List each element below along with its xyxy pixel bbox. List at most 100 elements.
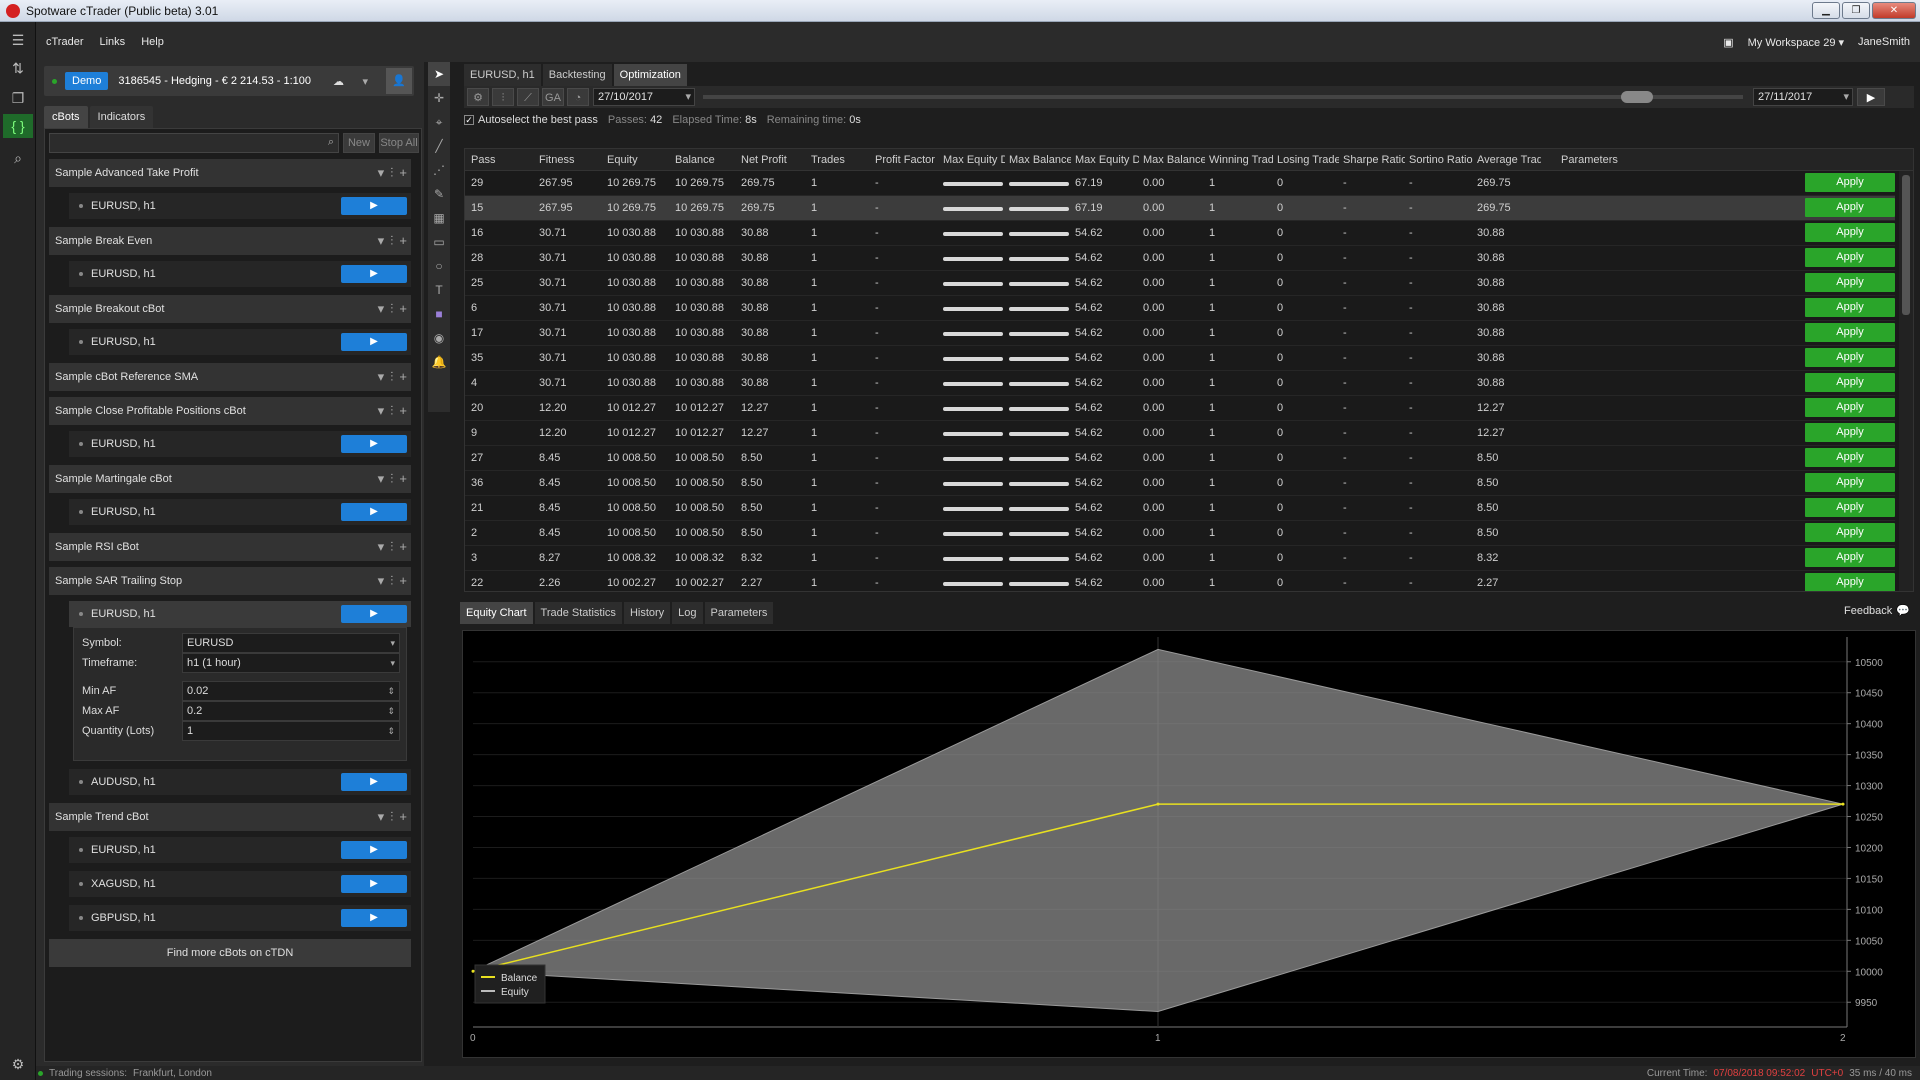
cbot-instance-row[interactable]: EURUSD, h1 ▶ [69, 837, 411, 863]
new-button[interactable]: New [343, 133, 375, 153]
rectangle-tool-icon[interactable]: ▭ [428, 230, 450, 254]
apply-button[interactable]: Apply [1805, 523, 1895, 542]
cbot-instance-row[interactable]: GBPUSD, h1 ▶ [69, 905, 411, 931]
play-button[interactable]: ▶ [341, 909, 407, 927]
play-button[interactable]: ▶ [341, 875, 407, 893]
speed-gauge-icon[interactable]: ◔ [567, 88, 589, 106]
chevron-down-icon[interactable]: ▾ [378, 403, 385, 419]
close-button[interactable]: ✕ [1872, 2, 1916, 19]
column-header[interactable]: Sortino Ratio [1409, 154, 1473, 166]
workspace-selector[interactable]: My Workspace 29 ▾ [1748, 36, 1844, 49]
max-af-stepper[interactable]: 0.2 ⇕ [182, 701, 400, 721]
bell-alert-icon[interactable]: 🔔 [428, 350, 450, 374]
tab-optimization[interactable]: Optimization [613, 64, 687, 86]
apply-button[interactable]: Apply [1805, 473, 1895, 492]
chevron-down-icon[interactable]: ▾ [378, 233, 385, 249]
ga-button[interactable]: GA [542, 88, 564, 106]
column-header[interactable]: Max Equity Dr... [1075, 154, 1139, 166]
apply-button[interactable]: Apply [1805, 448, 1895, 467]
add-instance-icon[interactable]: + [399, 471, 407, 487]
table-row[interactable]: 27 8.45 10 008.50 10 008.50 8.50 1 - 54.62 0.00 1… [465, 446, 1895, 471]
hamburger-menu-icon[interactable]: ☰ [6, 28, 30, 52]
pencil-tool-icon[interactable]: ✎ [428, 182, 450, 206]
cbot-row[interactable]: Sample Martingale cBot ▾ ⫶ + [49, 465, 411, 493]
apply-button[interactable]: Apply [1805, 348, 1895, 367]
chevron-down-icon[interactable]: ▾ [378, 369, 385, 385]
cbot-row[interactable]: Sample Trend cBot ▾ ⫶ + [49, 803, 411, 831]
instance-settings-icon[interactable]: ⫶ [390, 403, 393, 419]
cbot-row[interactable]: Sample SAR Trailing Stop ▾ ⫶ + [49, 567, 411, 595]
date-range-slider[interactable] [703, 91, 1743, 103]
add-instance-icon[interactable]: + [399, 539, 407, 555]
apply-button[interactable]: Apply [1805, 423, 1895, 442]
menu-help[interactable]: Help [141, 36, 164, 48]
play-button[interactable]: ▶ [341, 841, 407, 859]
cbot-instance-row[interactable]: EURUSD, h1 ▶ [69, 261, 411, 287]
quantity-stepper[interactable]: 1 ⇕ [182, 721, 400, 741]
date-range-handle[interactable] [1621, 91, 1653, 103]
instance-settings-icon[interactable]: ⫶ [390, 301, 393, 317]
find-more-cbots-button[interactable]: Find more cBots on cTDN [49, 939, 411, 967]
cbot-row[interactable]: Sample Close Profitable Positions cBot ▾ ⫶… [49, 397, 411, 425]
chevron-down-icon[interactable]: ▾ [378, 301, 385, 317]
settings-gear-icon[interactable]: ⚙ [6, 1052, 30, 1076]
start-date-picker[interactable]: 27/10/2017 ▾ [593, 88, 695, 106]
color-swatch-icon[interactable]: ■ [428, 302, 450, 326]
feedback-button[interactable]: Feedback 💬 [1844, 604, 1910, 618]
cbot-search-input[interactable]: ⌕ [49, 133, 339, 153]
apply-button[interactable]: Apply [1805, 323, 1895, 342]
instance-settings-icon[interactable]: ⫶ [390, 573, 393, 589]
column-header[interactable]: Balance [675, 154, 737, 166]
play-button[interactable]: ▶ [341, 197, 407, 215]
play-button[interactable]: ▶ [341, 435, 407, 453]
play-button[interactable]: ▶ [341, 503, 407, 521]
add-instance-icon[interactable]: + [399, 233, 407, 249]
play-button[interactable]: ▶ [341, 605, 407, 623]
column-header[interactable]: Max Balance... [1143, 154, 1205, 166]
instance-settings-icon[interactable]: ⫶ [390, 233, 393, 249]
apply-button[interactable]: Apply [1805, 198, 1895, 217]
apply-button[interactable]: Apply [1805, 173, 1895, 192]
column-header[interactable]: Profit Factor [875, 154, 939, 166]
column-header[interactable]: Losing Trades [1277, 154, 1339, 166]
user-account-icon[interactable]: 👤 [386, 68, 412, 94]
column-header[interactable]: Trades [811, 154, 871, 166]
cbot-instance-row[interactable]: AUDUSD, h1 ▶ [69, 769, 411, 795]
tab-trade-statistics[interactable]: Trade Statistics [534, 602, 622, 624]
chevron-down-icon[interactable]: ▾ [378, 539, 385, 555]
cbot-row[interactable]: Sample Breakout cBot ▾ ⫶ + [49, 295, 411, 323]
restore-button[interactable]: ❐ [1842, 2, 1870, 19]
table-row[interactable]: 2 8.45 10 008.50 10 008.50 8.50 1 - 54.62 0.00 1 0… [465, 521, 1895, 546]
apply-button[interactable]: Apply [1805, 248, 1895, 267]
chevron-down-icon[interactable]: ▾ [378, 809, 385, 825]
settings-gear-icon[interactable]: ⚙ [467, 88, 489, 106]
apply-button[interactable]: Apply [1805, 398, 1895, 417]
stop-all-button[interactable]: Stop All [379, 133, 419, 153]
table-row[interactable]: 22 2.26 10 002.27 10 002.27 2.27 1 - 54.62 0.00 1… [465, 571, 1895, 591]
play-button[interactable]: ▶ [341, 773, 407, 791]
cbot-instance-row[interactable]: EURUSD, h1 ▶ [69, 431, 411, 457]
cbot-row[interactable]: Sample cBot Reference SMA ▾ ⫶ + [49, 363, 411, 391]
trend-line-tool-icon[interactable]: ╱ [428, 134, 450, 158]
minimize-button[interactable]: ▁ [1812, 2, 1840, 19]
table-row[interactable]: 21 8.45 10 008.50 10 008.50 8.50 1 - 54.62 0.00 1… [465, 496, 1895, 521]
parameters-icon[interactable]: ⫶ [492, 88, 514, 106]
instance-settings-icon[interactable]: ⫶ [390, 165, 393, 181]
chevron-down-icon[interactable]: ▾ [378, 471, 385, 487]
apply-button[interactable]: Apply [1805, 298, 1895, 317]
menu-links[interactable]: Links [100, 36, 126, 48]
apply-button[interactable]: Apply [1805, 273, 1895, 292]
symbol-dropdown[interactable]: EURUSD ▾ [182, 633, 400, 653]
circle-tool-icon[interactable]: ○ [428, 254, 450, 278]
automate-icon[interactable]: { } [3, 114, 33, 138]
table-row[interactable]: 9 12.20 10 012.27 10 012.27 12.27 1 - 54.62 0.00… [465, 421, 1895, 446]
grid-tool-icon[interactable]: ▦ [428, 206, 450, 230]
add-instance-icon[interactable]: + [399, 573, 407, 589]
table-row[interactable]: 35 30.71 10 030.88 10 030.88 30.88 1 - 54.62 0.0… [465, 346, 1895, 371]
column-header[interactable]: Parameters [1561, 154, 1651, 166]
table-row[interactable]: 20 12.20 10 012.27 10 012.27 12.27 1 - 54.62 0.0… [465, 396, 1895, 421]
chevron-down-icon[interactable]: ▾ [378, 165, 385, 181]
crosshair-plus-tool-icon[interactable]: ⌖ [428, 110, 450, 134]
cbot-instance-row[interactable]: EURUSD, h1 ▶ [69, 193, 411, 219]
cbot-instance-row[interactable]: XAGUSD, h1 ▶ [69, 871, 411, 897]
